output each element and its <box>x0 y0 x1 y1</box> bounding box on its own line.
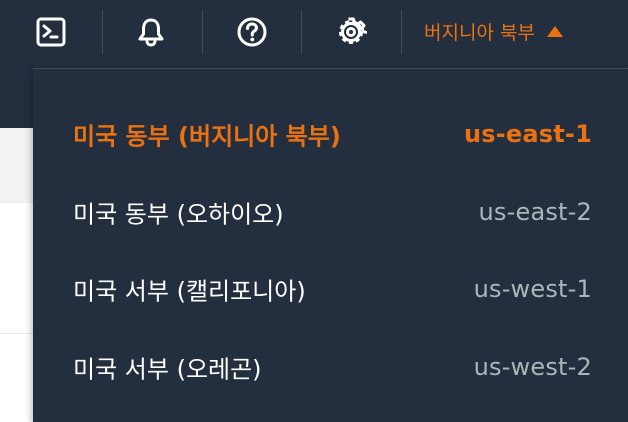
top-navigation-bar: 버지니아 북부 <box>0 0 628 64</box>
bell-icon <box>138 18 164 47</box>
gear-icon <box>339 17 367 44</box>
region-menu-item-us-west-1[interactable]: 미국 서부 (캘리포니아) us-west-1 <box>33 250 628 328</box>
page-panel-header <box>0 128 36 203</box>
region-code: us-west-1 <box>473 275 592 303</box>
region-name: 미국 동부 (오하이오) <box>73 200 284 229</box>
region-name: 미국 동부 (버지니아 북부) <box>73 122 341 151</box>
help-button[interactable] <box>232 12 272 52</box>
region-dropdown-menu: 미국 동부 (버지니아 북부) us-east-1 미국 동부 (오하이오) u… <box>33 68 628 422</box>
help-icon <box>237 17 267 47</box>
page-panel-body <box>0 203 36 334</box>
region-selector-label: 버지니아 북부 <box>424 21 535 44</box>
region-code: us-east-1 <box>463 120 592 148</box>
nav-divider <box>202 10 203 54</box>
region-menu-item-us-east-2[interactable]: 미국 동부 (오하이오) us-east-2 <box>33 173 628 251</box>
region-menu-item-us-west-2[interactable]: 미국 서부 (오레곤) us-west-2 <box>33 328 628 406</box>
region-name: 미국 서부 (오레곤) <box>73 355 262 384</box>
region-menu-item-us-east-1[interactable]: 미국 동부 (버지니아 북부) us-east-1 <box>33 95 628 173</box>
nav-divider <box>102 10 103 54</box>
cloudshell-icon <box>36 17 66 47</box>
region-code: us-west-2 <box>473 353 592 381</box>
caret-up-icon <box>546 25 563 37</box>
nav-divider <box>301 10 302 54</box>
region-selector-button[interactable]: 버지니아 북부 <box>424 14 563 48</box>
region-name: 미국 서부 (캘리포니아) <box>73 277 306 306</box>
region-code: us-east-2 <box>478 198 592 226</box>
nav-divider <box>401 10 402 54</box>
settings-button[interactable] <box>331 12 371 52</box>
cloudshell-button[interactable] <box>31 12 71 52</box>
notifications-button[interactable] <box>131 12 171 52</box>
